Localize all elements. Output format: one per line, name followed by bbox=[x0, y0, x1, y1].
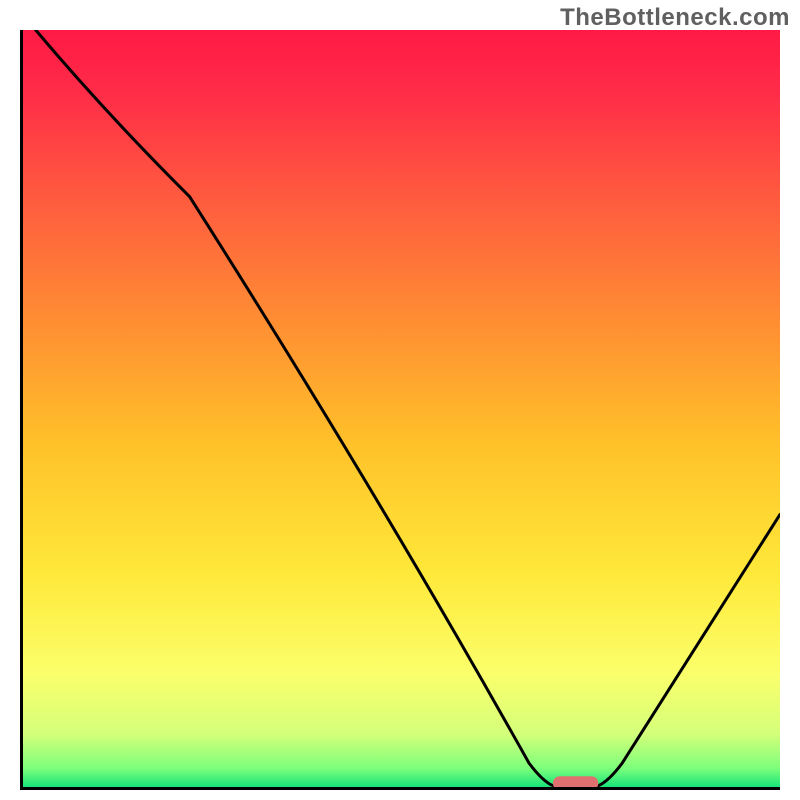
optimal-marker bbox=[23, 30, 780, 787]
plot-area bbox=[20, 30, 780, 790]
watermark-text: TheBottleneck.com bbox=[560, 4, 790, 32]
chart-container: TheBottleneck.com bbox=[0, 0, 800, 800]
